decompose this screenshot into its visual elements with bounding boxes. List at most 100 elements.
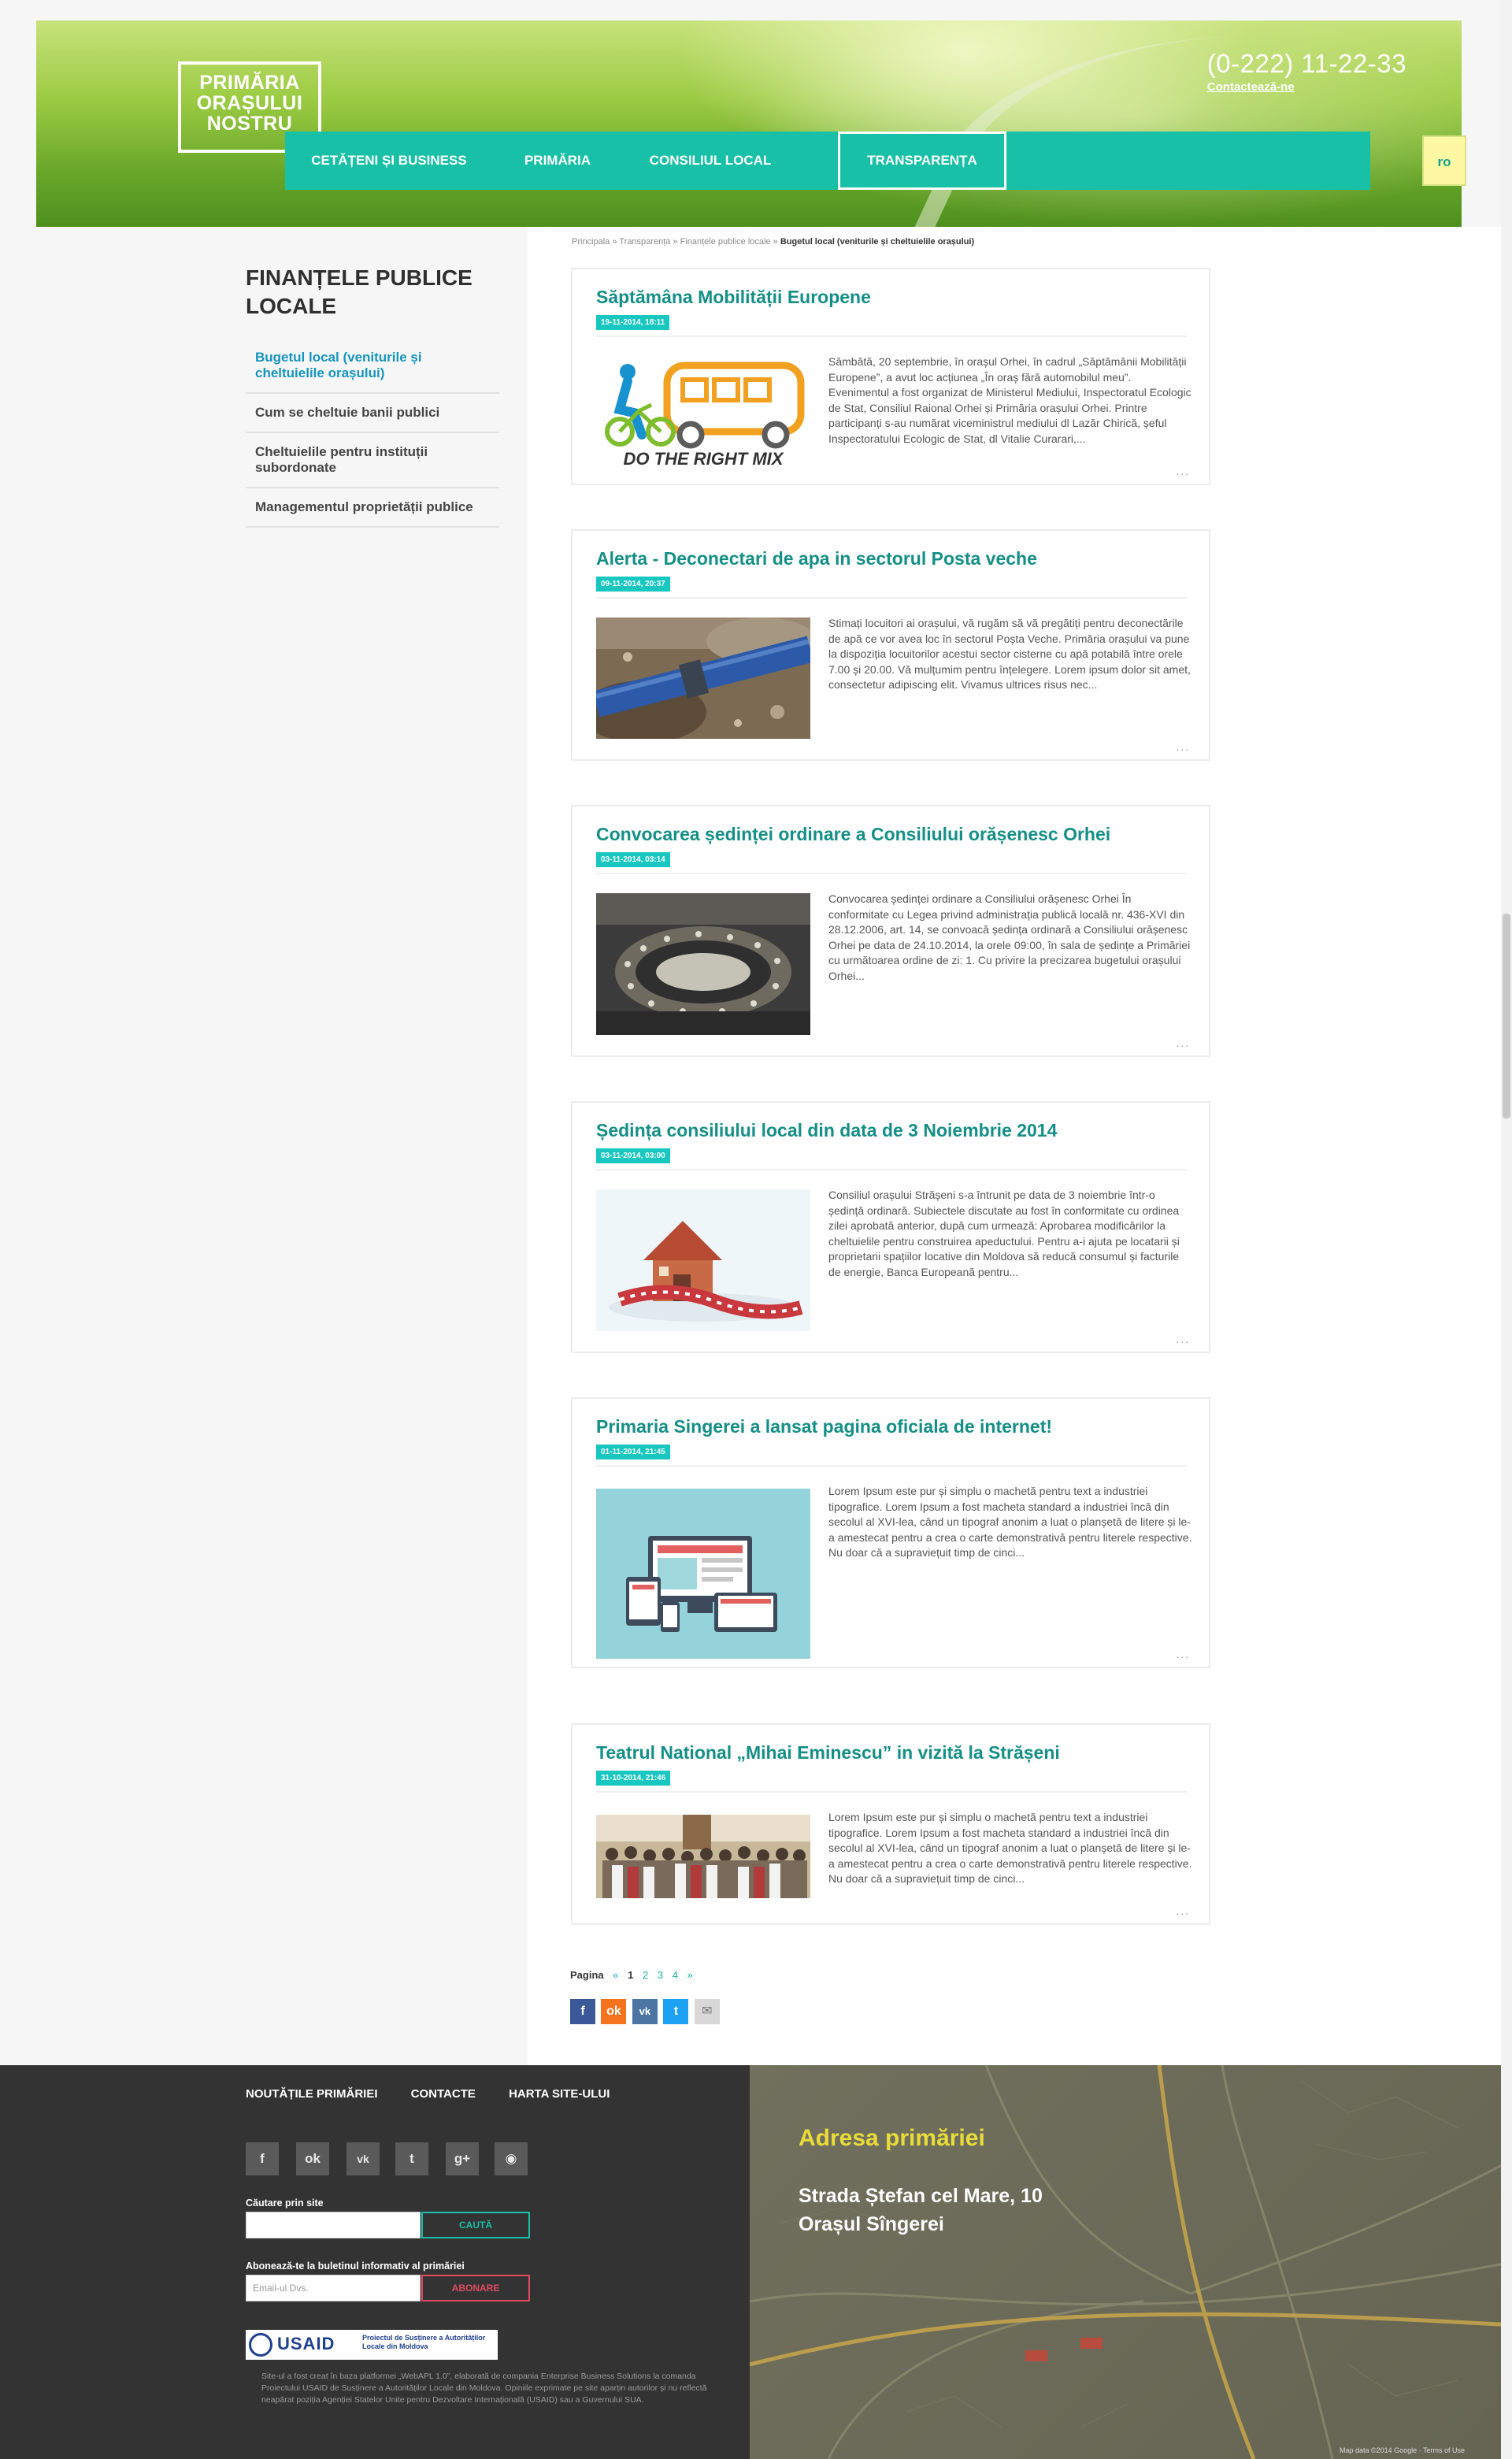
header-phone-block: (0-222) 11-22-33 Contactează-ne <box>1207 49 1406 94</box>
facebook-icon[interactable]: f <box>246 2142 279 2175</box>
pagination-next[interactable]: » <box>687 1969 693 1981</box>
phone-number: (0-222) 11-22-33 <box>1206 49 1406 78</box>
nav-item-consiliul-local[interactable]: CONSILIUL LOCAL <box>622 132 799 190</box>
map-address: Strada Ștefan cel Mare, 10 Orașul Sînger… <box>799 2182 1043 2238</box>
logo-line-1: PRIMĂRIA <box>199 72 300 94</box>
sidebar-item-cheltuie-banii[interactable]: Cum se cheltuie banii publici <box>246 394 499 433</box>
news-date: 03-11-2014, 03:14 <box>596 852 670 867</box>
header-banner: PRIMĂRIA ORAȘULUI NOSTRU (0-222) 11-22-3… <box>36 20 1462 227</box>
twitter-icon[interactable]: t <box>663 1999 689 2024</box>
usaid-project: Proiectul de Susținere a Autorităților L… <box>362 2334 486 2350</box>
pagination-page[interactable]: 3 <box>658 1969 663 1981</box>
newsletter-label: Abonează-te la buletinul informativ al p… <box>246 2261 465 2272</box>
news-excerpt: Lorem Ipsum este pur și simplu o machetă… <box>828 1811 1192 1885</box>
breadcrumb-item[interactable]: Transparența <box>619 237 670 247</box>
council-meeting-photo <box>596 893 810 1035</box>
search-input[interactable] <box>246 2212 421 2238</box>
news-image-caption: DO THE RIGHT MIX <box>624 449 784 469</box>
sidebar-item-proprietate[interactable]: Managementul proprietății publice <box>246 488 499 528</box>
sidebar-item-institutii[interactable]: Cheltuielile pentru instituții subordona… <box>246 433 499 488</box>
news-card: Convocarea ședinței ordinare a Consiliul… <box>571 805 1210 1057</box>
news-thumbnail[interactable] <box>596 893 810 1035</box>
map-address-heading: Adresa primăriei <box>799 2125 985 2151</box>
news-card: Ședința consiliului local din data de 3 … <box>571 1101 1210 1353</box>
search-button[interactable]: CAUTĂ <box>421 2212 530 2238</box>
news-excerpt: Stimați locuitori ai orașului, vă rugăm … <box>828 617 1191 691</box>
twitter-icon[interactable]: t <box>395 2142 428 2175</box>
breadcrumb-item[interactable]: Finanțele publice locale <box>680 237 771 247</box>
usaid-name: USAID <box>277 2334 335 2353</box>
news-title[interactable]: Ședința consiliului local din data de 3 … <box>596 1120 1195 1141</box>
mobility-week-illustration: DO THE RIGHT MIX <box>605 362 805 469</box>
nav-item-cetateni[interactable]: CETĂȚENI ȘI BUSINESS <box>285 132 493 190</box>
news-title[interactable]: Alerta - Deconectari de apa in sectorul … <box>596 548 1195 569</box>
email-field[interactable]: Email-ul Dvs. <box>246 2275 421 2301</box>
scrollbar-thumb[interactable] <box>1503 914 1510 1118</box>
subscribe-button[interactable]: ABONARE <box>421 2275 530 2301</box>
divider <box>596 1465 1187 1467</box>
sidebar-title: FINANȚELE PUBLICE LOCALE <box>246 265 472 318</box>
news-card: Săptămâna Mobilității Europene 19-11-201… <box>571 268 1210 485</box>
news-thumbnail[interactable] <box>596 1489 810 1659</box>
footer-link-news[interactable]: NOUTĂȚILE PRIMĂRIEI <box>246 2087 378 2101</box>
contact-link[interactable]: Contactează-ne <box>1207 80 1406 94</box>
logo-line-2: ORAȘULUI <box>196 92 303 114</box>
read-more-link[interactable]: ... <box>1176 740 1190 753</box>
news-title[interactable]: Convocarea ședinței ordinare a Consiliul… <box>596 824 1195 845</box>
scrollbar[interactable] <box>1501 0 1512 2459</box>
share-buttons: f ok vk t ✉ <box>570 1999 722 2026</box>
pagination-label: Pagina <box>570 1969 604 1981</box>
news-excerpt: Lorem Ipsum este pur și simplu o machetă… <box>828 1485 1192 1559</box>
email-icon[interactable]: ✉ <box>694 1999 720 2024</box>
theatre-group-photo <box>596 1815 810 1898</box>
usaid-logo[interactable]: USAID Proiectul de Susținere a Autorităț… <box>246 2330 498 2360</box>
read-more-link[interactable]: ... <box>1176 1648 1190 1660</box>
googleplus-icon[interactable]: g+ <box>446 2142 479 2175</box>
divider <box>596 336 1187 337</box>
divider <box>596 597 1187 599</box>
news-excerpt: Sâmbătă, 20 septembrie, în orașul Orhei,… <box>828 355 1191 445</box>
divider <box>596 1169 1187 1170</box>
breadcrumb-current: Bugetul local (veniturile și cheltuielil… <box>780 237 975 247</box>
vk-icon[interactable]: vk <box>346 2142 380 2175</box>
footer-nav: NOUTĂȚILE PRIMĂRIEI CONTACTE HARTA SITE-… <box>246 2087 639 2101</box>
odnoklassniki-icon[interactable]: ok <box>601 1999 627 2024</box>
usaid-seal-icon <box>249 2333 272 2357</box>
nav-item-primaria[interactable]: PRIMĂRIA <box>493 132 622 190</box>
read-more-link[interactable]: ... <box>1176 465 1190 477</box>
news-title[interactable]: Teatrul National „Mihai Eminescu” in viz… <box>596 1742 1195 1764</box>
news-date: 19-11-2014, 18:11 <box>596 315 670 330</box>
read-more-link[interactable]: ... <box>1176 1905 1190 1917</box>
news-title[interactable]: Primaria Singerei a lansat pagina oficia… <box>596 1416 1195 1437</box>
map-street: Strada Ștefan cel Mare, 10 <box>799 2185 1043 2207</box>
nav-item-transparenta[interactable]: TRANSPARENȚA <box>838 132 1006 190</box>
odnoklassniki-icon[interactable]: ok <box>296 2142 329 2175</box>
read-more-link[interactable]: ... <box>1176 1037 1190 1049</box>
footer-link-contacts[interactable]: CONTACTE <box>411 2087 476 2101</box>
rss-icon[interactable]: ◉ <box>495 2142 528 2175</box>
breadcrumb-item[interactable]: Principala <box>572 237 610 247</box>
pagination-prev[interactable]: « <box>613 1969 618 1981</box>
news-thumbnail[interactable] <box>596 1189 810 1331</box>
facebook-icon[interactable]: f <box>570 1999 595 2024</box>
pagination-page[interactable]: 2 <box>643 1969 648 1981</box>
vk-icon[interactable]: vk <box>632 1999 658 2024</box>
map-credits: Map data ©2014 Google · Terms of Use <box>1339 2446 1465 2454</box>
pagination-page[interactable]: 4 <box>673 1969 678 1981</box>
read-more-link[interactable]: ... <box>1176 1333 1190 1345</box>
sidebar-menu: Bugetul local (veniturile și cheltuielil… <box>246 339 499 528</box>
news-excerpt: Convocarea ședinței ordinare a Consiliul… <box>828 892 1191 982</box>
search-label: Căutare prin site <box>246 2198 324 2209</box>
news-thumbnail[interactable] <box>596 618 810 739</box>
divider <box>596 873 1187 874</box>
news-thumbnail[interactable]: DO THE RIGHT MIX <box>596 356 810 474</box>
location-map[interactable]: Adresa primăriei Strada Ștefan cel Mare,… <box>750 2065 1512 2459</box>
news-thumbnail[interactable] <box>596 1815 810 1898</box>
news-excerpt: Consiliul orașului Strășeni s-a întrunit… <box>828 1189 1180 1278</box>
news-date: 09-11-2014, 20:37 <box>596 577 670 592</box>
footer-link-sitemap[interactable]: HARTA SITE-ULUI <box>509 2087 610 2101</box>
sidebar-item-buget-local[interactable]: Bugetul local (veniturile și cheltuielil… <box>246 339 499 394</box>
divider <box>596 1791 1187 1793</box>
language-switcher[interactable]: ro <box>1422 135 1466 186</box>
news-title[interactable]: Săptămâna Mobilității Europene <box>596 287 1195 308</box>
